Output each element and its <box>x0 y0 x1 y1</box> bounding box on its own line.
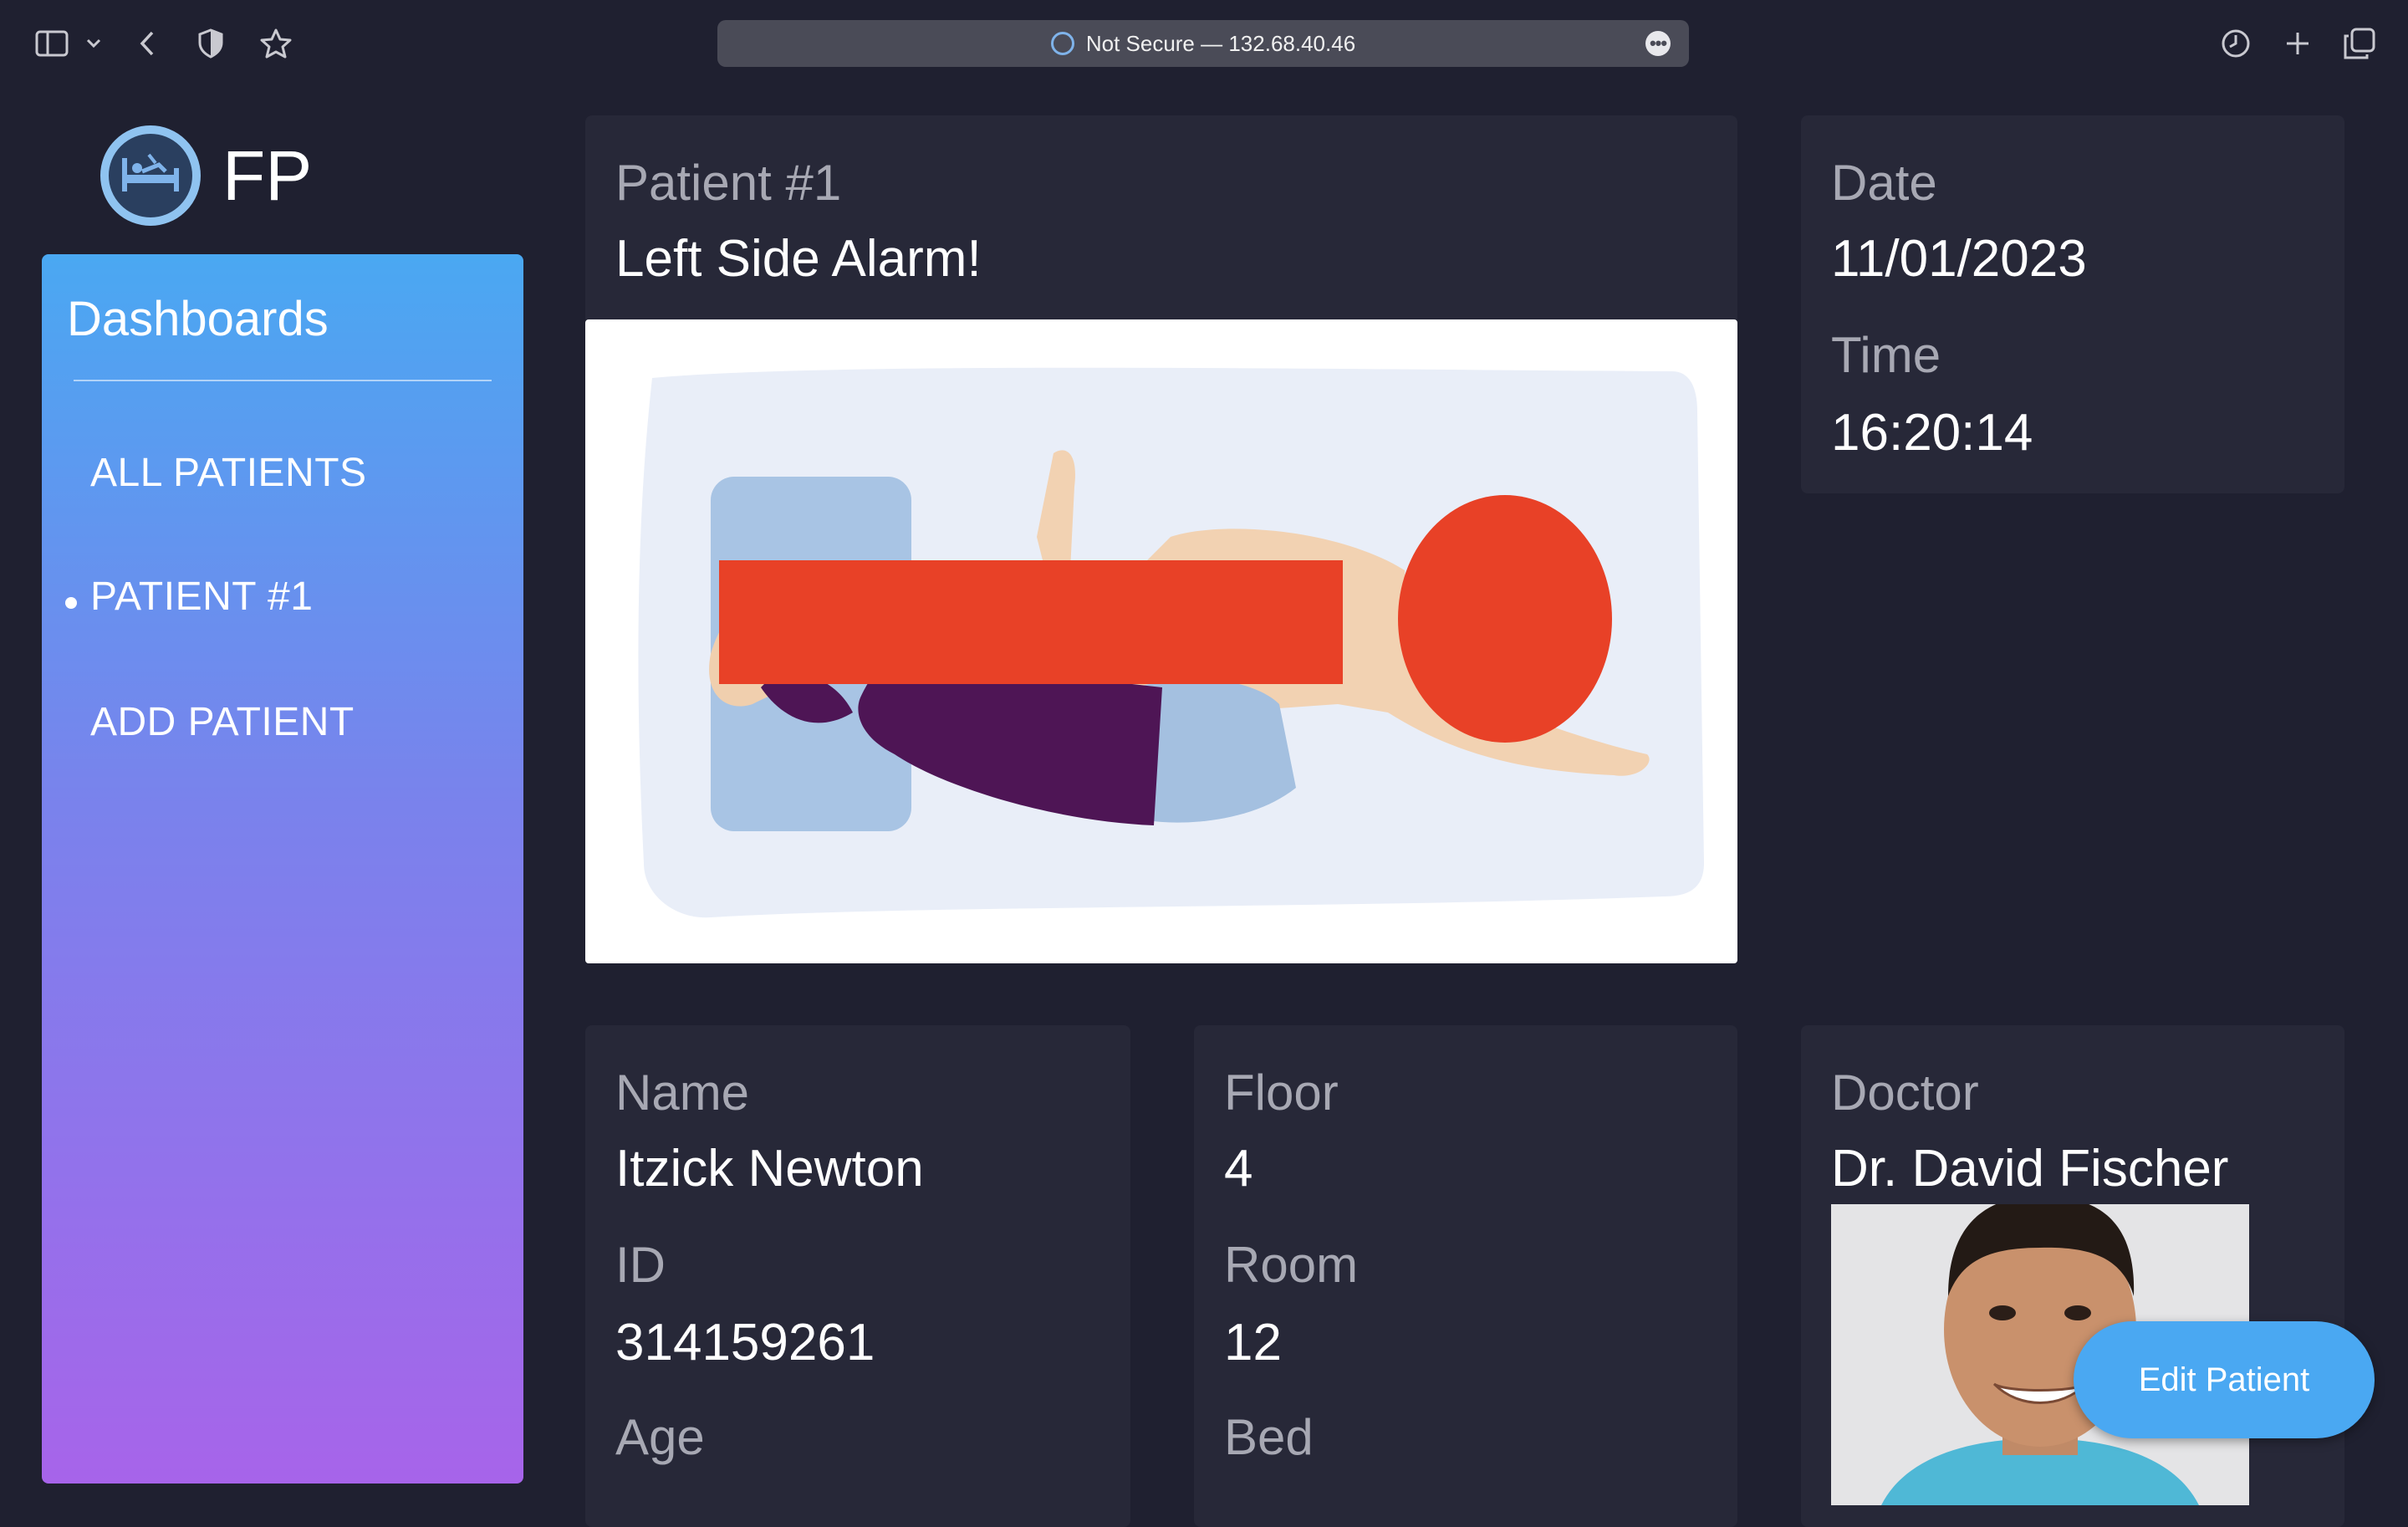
sidebar-item-patient-1[interactable]: PATIENT #1 <box>90 574 313 620</box>
sidebar-divider <box>74 380 492 381</box>
id-value: 314159261 <box>615 1314 875 1371</box>
room-value: 12 <box>1224 1314 1282 1371</box>
patient-bed-icon <box>100 125 201 226</box>
id-label: ID <box>615 1237 666 1293</box>
name-label: Name <box>615 1065 750 1121</box>
history-clock-icon[interactable] <box>2216 23 2256 64</box>
ellipsis-icon[interactable]: ••• <box>1645 31 1671 56</box>
name-value: Itzick Newton <box>615 1140 924 1198</box>
bed-label: Bed <box>1224 1409 1314 1465</box>
sleep-position-image <box>585 319 1737 963</box>
sidebar-item-add-patient[interactable]: ADD PATIENT <box>90 699 355 745</box>
sidebar-item-label: ADD PATIENT <box>90 700 355 744</box>
date-value: 11/01/2023 <box>1831 230 2087 288</box>
alarm-bar-marker <box>719 560 1343 684</box>
back-arrow-icon[interactable] <box>127 23 167 64</box>
sidebar-item-all-patients[interactable]: ALL PATIENTS <box>90 450 367 496</box>
sidebar: Dashboards ALL PATIENTS PATIENT #1 ADD P… <box>42 254 523 1484</box>
floor-label: Floor <box>1224 1065 1339 1121</box>
floor-value: 4 <box>1224 1140 1253 1198</box>
time-value: 16:20:14 <box>1831 404 2033 462</box>
tabs-overview-icon[interactable] <box>2339 23 2380 64</box>
date-label: Date <box>1831 155 1937 211</box>
active-indicator-dot <box>65 597 77 609</box>
address-bar[interactable]: Not Secure — 132.68.40.46 ••• <box>717 20 1689 67</box>
shield-icon[interactable] <box>191 23 231 64</box>
edit-patient-button[interactable]: Edit Patient <box>2074 1321 2375 1438</box>
chevron-down-icon[interactable] <box>77 23 110 64</box>
age-label: Age <box>615 1409 705 1465</box>
time-label: Time <box>1831 327 1941 383</box>
alert-card <box>585 115 1737 324</box>
alert-patient-label: Patient #1 <box>615 155 842 211</box>
sidebar-toggle-icon[interactable] <box>32 23 72 64</box>
app-logo-text: FP <box>222 135 313 215</box>
alert-message: Left Side Alarm! <box>615 230 982 288</box>
url-text: Not Secure — 132.68.40.46 <box>1085 30 1356 56</box>
sidebar-item-label: ALL PATIENTS <box>90 451 367 495</box>
star-icon[interactable] <box>256 23 296 64</box>
room-label: Room <box>1224 1237 1359 1293</box>
app-logo[interactable]: FP <box>100 125 312 226</box>
plus-icon[interactable] <box>2278 23 2318 64</box>
doctor-name: Dr. David Fischer <box>1831 1140 2229 1198</box>
browser-toolbar: Not Secure — 132.68.40.46 ••• <box>0 0 2408 87</box>
globe-icon <box>1050 32 1074 55</box>
sidebar-item-label: PATIENT #1 <box>90 575 314 619</box>
doctor-label: Doctor <box>1831 1065 1979 1121</box>
alarm-head-marker <box>1398 495 1612 743</box>
sidebar-title: Dashboards <box>67 292 329 346</box>
